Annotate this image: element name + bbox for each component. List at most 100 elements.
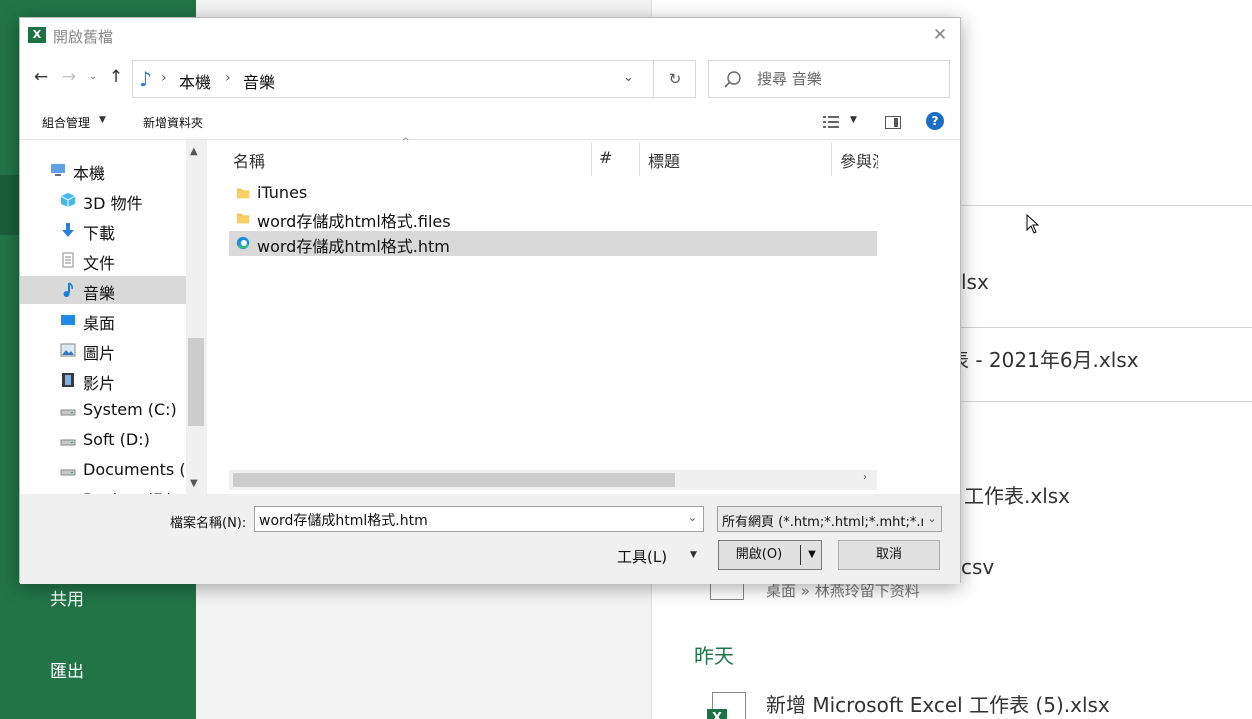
file-list-horizontal-scrollbar[interactable]: › [229, 470, 877, 490]
close-icon[interactable]: ✕ [928, 23, 952, 47]
navigation-pane-scrollbar[interactable]: ▲ ▼ [186, 140, 206, 494]
backstage-nav-export[interactable]: 匯出 [50, 657, 84, 682]
filename-field[interactable]: word存儲成html格式.htm ⌄ [254, 506, 704, 532]
dialog-titlebar: X 開啟舊檔 ✕ [20, 18, 960, 52]
view-caret-icon[interactable]: ▼ [850, 115, 857, 125]
nav-tree-item[interactable]: Documents (I [20, 456, 190, 484]
folder-icon [236, 213, 250, 224]
file-type-dropdown-chevron-icon[interactable]: ⌄ [923, 507, 941, 531]
column-header-name[interactable]: 名稱 [233, 148, 265, 172]
nav-tree-item-label: System (C:) [83, 400, 177, 419]
column-divider[interactable] [831, 142, 832, 176]
nav-tree-item[interactable]: 桌面 [20, 306, 186, 334]
file-list-pane: ^ 名稱 # 標題 參與演 iTunes word存儲成html格式.filesw… [207, 137, 960, 494]
breadcrumb-this-pc[interactable]: 本機 [179, 69, 211, 93]
column-divider[interactable] [591, 142, 592, 176]
desktop-icon [61, 315, 75, 325]
open-button-label[interactable]: 開啟(O) [719, 541, 799, 569]
file-row[interactable]: iTunes [229, 181, 877, 206]
nav-tree-item-label: 桌面 [83, 314, 116, 333]
column-header-track-number[interactable]: # [599, 148, 612, 167]
nav-tree-item[interactable]: 文件 [20, 246, 186, 274]
file-row[interactable]: word存儲成html格式.files [229, 206, 877, 231]
file-name[interactable]: iTunes [257, 183, 307, 202]
nav-tree-item[interactable]: Soft (D:) [20, 426, 186, 454]
nav-tree-item-label: 文件 [83, 254, 116, 273]
tools-caret-icon[interactable]: ▼ [690, 550, 697, 560]
file-name[interactable]: word存儲成html格式.htm [257, 233, 450, 257]
cancel-button[interactable]: 取消 [838, 540, 940, 570]
excel-app-icon: X [28, 27, 46, 43]
back-arrow-icon[interactable]: ← [30, 66, 52, 88]
scroll-up-icon[interactable]: ▲ [190, 146, 198, 157]
pictures-icon [60, 343, 76, 357]
organize-button[interactable]: 組合管理 [42, 114, 90, 131]
filename-value[interactable]: word存儲成html格式.htm [259, 510, 428, 530]
refresh-icon[interactable]: ↻ [653, 61, 696, 97]
file-row[interactable]: word存儲成html格式.htm [229, 231, 877, 256]
address-bar[interactable]: ♪ › 本機 › 音樂 ⌄ ↻ [132, 60, 696, 98]
open-options-caret-icon[interactable]: ▼ [803, 541, 821, 569]
scrollbar-thumb[interactable] [233, 473, 675, 487]
column-header-contributing-artists[interactable]: 參與演 [840, 148, 878, 172]
file-type-filter-value[interactable]: 所有網頁 (*.htm;*.html;*.mht;*.mhtml) [722, 511, 941, 530]
music-note-icon: ♪ [139, 67, 152, 91]
change-view-icon[interactable] [823, 115, 839, 129]
drive-icon [60, 409, 76, 416]
column-header-title[interactable]: 標題 [648, 148, 680, 172]
recent-file-name[interactable]: csv [961, 555, 994, 579]
tools-menu-button[interactable]: 工具(L) [617, 546, 667, 567]
section-yesterday: 昨天 [694, 644, 734, 668]
filename-label: 檔案名稱(N): [170, 516, 247, 531]
navigation-pane: 本機 3D 物件下載文件音樂桌面圖片 影片 System (C:) Soft (D:) D… [20, 140, 206, 494]
up-arrow-icon[interactable]: ↑ [105, 66, 127, 88]
search-icon [724, 71, 741, 88]
nav-tree-item[interactable]: System (C:) [20, 396, 186, 424]
excel-file-icon: X [707, 692, 746, 719]
organize-caret-icon[interactable]: ▼ [99, 115, 106, 125]
nav-tree-item[interactable]: 本機 [20, 156, 186, 184]
search-input[interactable] [757, 67, 937, 91]
nav-tree-item[interactable]: 影片 [20, 366, 186, 394]
recent-file-name[interactable]: 新增 Microsoft Excel 工作表 (5).xlsx [766, 689, 1110, 718]
preview-pane-icon[interactable] [885, 116, 901, 129]
column-divider[interactable] [639, 142, 640, 176]
nav-tree-item[interactable]: 下載 [20, 216, 186, 244]
open-button[interactable]: 開啟(O) ▼ [718, 540, 822, 570]
nav-tree-item-label: Soft (D:) [83, 430, 150, 449]
new-folder-button[interactable]: 新增資料夾 [143, 114, 203, 131]
nav-tree-item[interactable]: Backup (F:) [20, 486, 186, 494]
help-icon[interactable]: ? [926, 112, 944, 130]
open-button-split-divider [800, 545, 801, 565]
breadcrumb-separator-icon[interactable]: › [161, 70, 167, 86]
breadcrumb-music[interactable]: 音樂 [243, 69, 275, 93]
drive-icon [60, 439, 76, 446]
forward-arrow-icon[interactable]: → [58, 66, 80, 88]
sort-ascending-icon: ^ [402, 137, 410, 147]
music-icon [63, 282, 73, 297]
recent-file-name[interactable]: 工作表.xlsx [964, 480, 1070, 509]
nav-tree-item-label: 音樂 [83, 284, 116, 303]
3d-objects-icon [60, 193, 76, 207]
recent-file-name[interactable]: lsx [961, 270, 989, 294]
nav-tree-item-label: 下載 [83, 224, 116, 243]
scroll-down-icon[interactable]: ▼ [190, 478, 198, 489]
scroll-right-icon[interactable]: › [863, 472, 867, 483]
edge-icon [236, 236, 250, 250]
filename-dropdown-chevron-icon[interactable]: ⌄ [688, 511, 697, 524]
recent-locations-chevron-icon[interactable]: ⌄ [82, 66, 104, 88]
nav-tree-item[interactable]: 3D 物件 [20, 186, 186, 214]
search-box[interactable] [708, 60, 950, 98]
nav-tree-item[interactable]: 音樂 [20, 276, 186, 304]
nav-tree-item[interactable]: 圖片 [20, 336, 186, 364]
scrollbar-thumb[interactable] [188, 338, 204, 426]
nav-tree-item-label: Documents (I [83, 460, 191, 479]
recent-file-name[interactable]: 表 - 2021年6月.xlsx [949, 344, 1139, 373]
file-type-filter[interactable]: 所有網頁 (*.htm;*.html;*.mht;*.mhtml) ⌄ [717, 506, 942, 532]
breadcrumb-separator-icon[interactable]: › [225, 70, 231, 86]
open-file-dialog: X 開啟舊檔 ✕ ← → ⌄ ↑ ♪ › 本機 › 音樂 ⌄ ↻ 組合管理 ▼ … [19, 17, 961, 584]
file-name[interactable]: word存儲成html格式.files [257, 208, 451, 232]
address-dropdown-chevron-icon[interactable]: ⌄ [623, 70, 634, 85]
backstage-nav-share[interactable]: 共用 [50, 585, 84, 610]
navigation-row: ← → ⌄ ↑ ♪ › 本機 › 音樂 ⌄ ↻ [20, 52, 960, 104]
